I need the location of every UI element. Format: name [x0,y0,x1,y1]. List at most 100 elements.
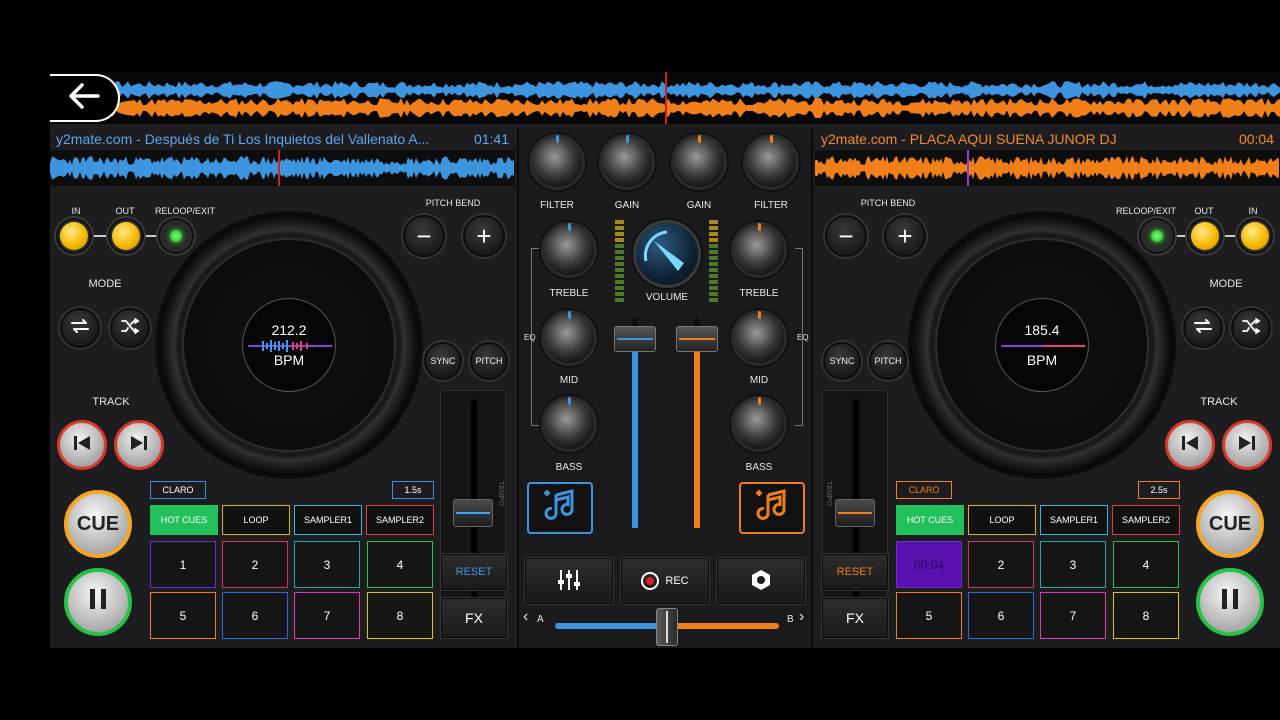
back-button[interactable] [50,74,120,122]
deck-b-jog-wheel[interactable]: 185.4 BPM [911,214,1173,476]
deck-b-waveform-graphic [815,150,1279,186]
deck-b-bass-knob[interactable] [731,396,787,452]
deck-b-pad-3[interactable]: 3 [1040,541,1106,588]
deck-b-pad-5[interactable]: 5 [896,592,962,639]
vu-segment [709,280,718,284]
deck-b-pad-6[interactable]: 6 [968,592,1034,639]
deck-a-waveform-playhead [278,150,280,186]
deck-a-loop-connector [90,235,110,237]
deck-b-loop-out-button[interactable] [1187,218,1223,254]
deck-b-filter-knob[interactable] [743,134,799,190]
deck-b-loop-in-button[interactable] [1237,218,1273,254]
deck-a-pad-7[interactable]: 7 [294,592,360,639]
deck-a-bass-knob[interactable] [541,396,597,452]
deck-a-volume-fader[interactable] [614,326,656,352]
deck-b-cue-button[interactable]: CUE [1196,490,1264,558]
deck-a-pad-6-label: 6 [251,608,259,623]
deck-a-tab-loop[interactable]: LOOP [222,505,290,535]
deck-a-pad-5[interactable]: 5 [150,592,216,639]
settings-button[interactable] [717,558,805,604]
deck-a-shuffle-button[interactable] [110,308,150,348]
deck-a-pad-8[interactable]: 8 [367,592,433,639]
deck-a-mid-knob[interactable] [541,310,597,366]
deck-a-load-music-button[interactable] [527,482,593,534]
deck-a-reset-button[interactable]: RESET [441,554,507,590]
deck-b-prev-track-button[interactable] [1165,420,1215,470]
deck-b-reloop-button[interactable] [1139,218,1175,254]
overview-waveform[interactable] [50,72,1280,124]
deck-a-pad-1[interactable]: 1 [150,541,216,588]
deck-b-pad-7[interactable]: 7 [1040,592,1106,639]
deck-b-tab-sampler1[interactable]: SAMPLER1 [1040,505,1108,535]
deck-b-mid-knob[interactable] [731,310,787,366]
crossfader-thumb[interactable] [656,608,678,646]
deck-a-waveform[interactable] [50,150,515,186]
deck-b-load-music-button[interactable] [739,482,805,534]
deck-b-treble-knob[interactable] [731,222,787,278]
crossfader-right-chevron-icon[interactable]: › [799,608,804,626]
deck-b-shuffle-button[interactable] [1231,308,1271,348]
deck-b-sync-button[interactable]: SYNC [823,342,861,380]
deck-b-pad-4[interactable]: 4 [1113,541,1179,588]
deck-a-filter-knob[interactable] [529,134,585,190]
deck-a-pad-6[interactable]: 6 [222,592,288,639]
deck-a-play-pause-button[interactable] [64,568,132,636]
deck-b-waveform[interactable] [815,150,1280,186]
deck-b-claro-tag[interactable]: CLARO [896,481,952,499]
vu-segment [709,298,718,302]
deck-a-volume-fill [632,339,638,528]
deck-b-pad-2[interactable]: 2 [968,541,1034,588]
deck-a-tab-hot-cues[interactable]: HOT CUES [150,505,218,535]
deck-a-pad-2[interactable]: 2 [222,541,288,588]
deck-a-treble-knob[interactable] [541,222,597,278]
deck-a-tab-sampler2[interactable]: SAMPLER2 [366,505,434,535]
master-volume-knob[interactable] [633,220,701,288]
deck-b-tab-sampler2[interactable]: SAMPLER2 [1112,505,1180,535]
hexagon-settings-icon [749,568,773,595]
deck-b-reset-button[interactable]: RESET [822,554,888,590]
deck-a-loop-out-button[interactable] [108,218,144,254]
deck-b-mode-label: MODE [1209,278,1243,290]
deck-b-pitch-minus-button[interactable]: − [825,215,867,257]
deck-b-fx-button[interactable]: FX [822,598,888,638]
deck-a-jog-wheel[interactable]: 212.2 BPM [158,214,420,476]
deck-a-pitch-minus-button[interactable]: − [403,215,445,257]
deck-a-prev-track-button[interactable] [57,420,107,470]
deck-a-loop-in-button[interactable] [56,218,92,254]
deck-a-reloop-button[interactable] [158,218,194,254]
deck-b-gain-knob[interactable] [671,134,727,190]
deck-a-pitch-button[interactable]: PITCH [470,342,508,380]
deck-a-pitch-thumb[interactable] [453,499,493,527]
deck-a-cue-button[interactable]: CUE [64,490,132,558]
deck-a-pad-4[interactable]: 4 [367,541,433,588]
deck-b-play-pause-button[interactable] [1196,568,1264,636]
crossfader-left-chevron-icon[interactable]: ‹ [523,608,528,626]
deck-a-length-tag[interactable]: 1.5s [392,481,434,499]
deck-b-repeat-button[interactable] [1183,308,1223,348]
deck-a-gain-knob[interactable] [599,134,655,190]
deck-b-pad-1[interactable]: 00:04 [896,541,962,588]
deck-a-pad-3[interactable]: 3 [294,541,360,588]
deck-b-pitch-button[interactable]: PITCH [869,342,907,380]
deck-a-fx-button[interactable]: FX [441,598,507,638]
deck-a-tab-sampler1[interactable]: SAMPLER1 [294,505,362,535]
deck-b-length-tag[interactable]: 2.5s [1138,481,1180,499]
deck-a-next-track-button[interactable] [114,420,164,470]
deck-a-pitch-plus-button[interactable]: + [463,215,505,257]
record-button[interactable]: REC [621,558,709,604]
deck-b-tab-loop[interactable]: LOOP [968,505,1036,535]
deck-a-sync-button[interactable]: SYNC [424,342,462,380]
deck-b-pitch-thumb[interactable] [835,499,875,527]
deck-a-claro-tag[interactable]: CLARO [150,481,206,499]
deck-b-filter-indicator [769,135,773,143]
deck-b-pad-8[interactable]: 8 [1113,592,1179,639]
deck-b-tab-hot-cues[interactable]: HOT CUES [896,505,964,535]
deck-b-pitch-plus-button[interactable]: + [884,215,926,257]
deck-a-repeat-button[interactable] [60,308,100,348]
sliders-icon [557,568,581,595]
deck-a-bpm-label: BPM [273,352,305,368]
vu-segment [709,238,718,242]
deck-b-next-track-button[interactable] [1222,420,1272,470]
equalizer-settings-button[interactable] [525,558,613,604]
deck-b-volume-fader[interactable] [676,326,718,352]
